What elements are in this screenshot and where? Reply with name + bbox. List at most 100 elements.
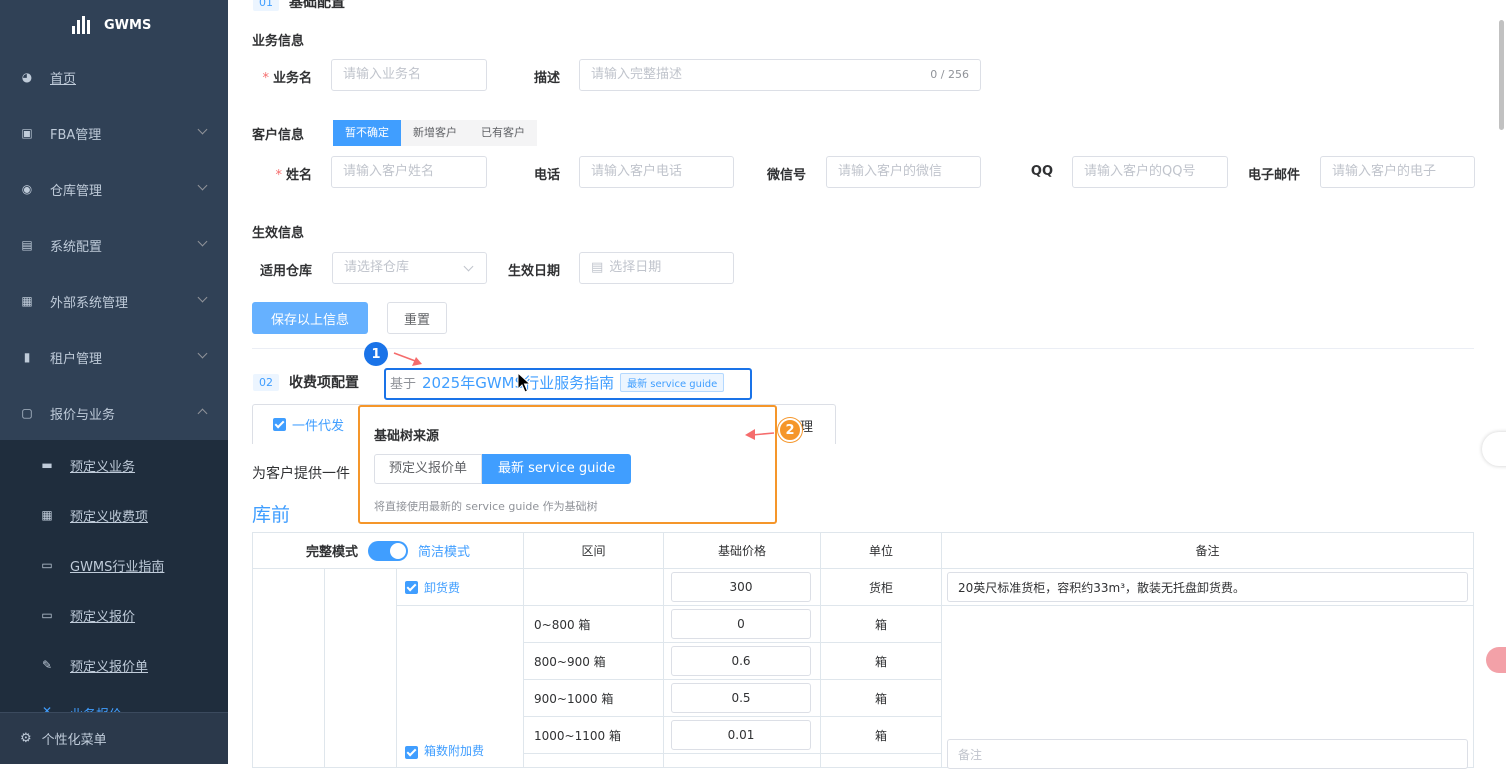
price-input[interactable]: 0.6	[671, 646, 811, 676]
business-name-label: 业务名	[272, 71, 312, 86]
customer-name-input[interactable]: 请输入客户姓名	[331, 156, 487, 188]
warehouse-placeholder: 请选择仓库	[344, 260, 410, 275]
chevron-down-icon	[197, 292, 208, 303]
custom-menu-label: 个性化菜单	[41, 733, 107, 748]
note-input[interactable]: 备注	[947, 739, 1468, 769]
tab-dropship[interactable]: 一件代发	[253, 405, 357, 444]
list-icon: ▤	[21, 238, 33, 252]
mode-switch[interactable]	[368, 540, 408, 561]
chevron-down-icon	[197, 180, 208, 191]
sidebar-item-label: 首页	[50, 71, 77, 87]
chevron-up-icon	[197, 408, 208, 419]
save-info-button[interactable]: 保存以上信息	[252, 302, 368, 334]
required-mark: *	[275, 168, 282, 183]
sidebar-item-label: 租户管理	[50, 351, 103, 367]
wechat-label: 微信号	[766, 168, 806, 183]
range-cell: 800~900 箱	[523, 642, 664, 680]
phone-input[interactable]: 请输入客户电话	[579, 156, 734, 188]
sidebar-subitem-label: 预定义收费项	[70, 509, 149, 525]
charge-item-box-surcharge[interactable]: 箱数附加费	[396, 605, 524, 768]
column-header-range: 区间	[523, 532, 664, 569]
sidebar-item-label: 外部系统管理	[50, 295, 129, 311]
sidebar-item-quotation[interactable]: ▢ 报价与业务	[0, 385, 228, 441]
customer-info-heading: 客户信息	[252, 128, 305, 143]
grid-icon: ▦	[21, 294, 33, 308]
qq-input[interactable]: 请输入客户的QQ号	[1072, 156, 1228, 188]
unit-cell: 箱	[820, 642, 942, 680]
table-mode-header: 完整模式 简洁模式	[252, 532, 524, 569]
sidebar-item-fba[interactable]: ▣ FBA管理	[0, 105, 228, 161]
floating-assistant-button[interactable]	[1482, 432, 1506, 466]
email-label: 电子邮件	[1247, 168, 1300, 183]
sidebar-item-label: FBA管理	[50, 127, 102, 143]
sidebar-item-label: 仓库管理	[50, 183, 103, 199]
section-description: 为客户提供一件	[252, 466, 350, 482]
customer-type-new[interactable]: 新增客户	[401, 120, 469, 146]
reset-button[interactable]: 重置	[387, 302, 447, 334]
description-input[interactable]: 请输入完整描述 0 / 256	[579, 59, 981, 91]
sidebar-subitem-predefined-charges[interactable]: ▦ 预定义收费项	[0, 490, 228, 540]
effective-date-picker[interactable]: ▤ 选择日期	[579, 252, 734, 284]
email-input[interactable]: 请输入客户的电子	[1320, 156, 1475, 188]
source-option-latest-guide[interactable]: 最新 service guide	[482, 454, 632, 484]
sidebar-subitem-industry-guide[interactable]: ▭ GWMS行业指南	[0, 540, 228, 590]
section-number: 01	[253, 0, 279, 11]
unit-cell: 箱	[820, 605, 942, 643]
date-placeholder: 选择日期	[609, 260, 662, 275]
sidebar-item-home[interactable]: ◕ 首页	[0, 49, 228, 105]
sidebar-subitem-label: 预定义业务	[70, 459, 136, 475]
sidebar-item-label: 系统配置	[50, 239, 103, 255]
logo[interactable]: GWMS	[72, 14, 151, 36]
customer-type-existing[interactable]: 已有客户	[469, 120, 537, 146]
sidebar-item-external-systems[interactable]: ▦ 外部系统管理	[0, 273, 228, 329]
warehouse-select[interactable]: 请选择仓库	[332, 252, 487, 284]
description-counter: 0 / 256	[930, 68, 969, 81]
base-tree-source-link[interactable]: 基于 2025年GWMS行业服务指南 最新 service guide	[390, 372, 725, 393]
source-selector: 预定义报价单 最新 service guide	[374, 454, 632, 484]
chevron-down-icon	[197, 124, 208, 135]
range-cell: 1000~1100 箱	[523, 716, 664, 754]
effective-date-label: 生效日期	[507, 264, 560, 279]
sidebar-item-warehouse[interactable]: ◉ 仓库管理	[0, 161, 228, 217]
charge-item-unloading[interactable]: 卸货费	[396, 568, 524, 606]
sidebar-subitem-label: 预定义报价	[70, 609, 136, 625]
effective-info-heading: 生效信息	[252, 226, 305, 241]
gear-icon: ⚙	[20, 731, 32, 746]
sidebar-item-system-config[interactable]: ▤ 系统配置	[0, 217, 228, 273]
wechat-input[interactable]: 请输入客户的微信	[826, 156, 981, 188]
sidebar-subitem-business-quote[interactable]: ✕ 业务报价	[0, 690, 228, 712]
customer-type-uncertain[interactable]: 暂不确定	[333, 120, 401, 146]
table-group-cell	[252, 568, 325, 768]
sidebar-subitem-label: 预定义报价单	[70, 659, 149, 675]
sidebar-subitem-predefined-quote-sheet[interactable]: ✎ 预定义报价单	[0, 640, 228, 690]
scrollbar-thumb[interactable]	[1499, 20, 1504, 130]
logo-text: GWMS	[104, 17, 152, 33]
source-option-predefined-quote[interactable]: 预定义报价单	[374, 454, 483, 484]
arrow-icon	[393, 352, 422, 366]
tab-label-partial[interactable]: 理	[800, 416, 813, 435]
price-input[interactable]: 0.01	[671, 720, 811, 750]
price-input[interactable]: 0	[671, 609, 811, 639]
floating-tool-button[interactable]	[1486, 647, 1506, 673]
base-tree-popover: 基础树来源 预定义报价单 最新 service guide 将直接使用最新的 s…	[358, 405, 777, 524]
annotation-marker-2: 2	[778, 418, 802, 442]
doc-search-icon: ▭	[41, 608, 53, 622]
unit-cell: 箱	[820, 679, 942, 717]
description-placeholder: 请输入完整描述	[591, 67, 683, 82]
tab-label: 一件代发	[292, 419, 345, 434]
price-input[interactable]: 0.5	[671, 683, 811, 713]
mode-simple-label: 简洁模式	[418, 545, 471, 560]
sidebar-subitem-predefined-business[interactable]: ▬ 预定义业务	[0, 440, 228, 490]
section-number: 02	[253, 373, 279, 391]
column-header-unit: 单位	[820, 532, 942, 569]
custom-menu-button[interactable]: ⚙ 个性化菜单	[0, 712, 228, 764]
divider	[252, 348, 1474, 349]
range-cell	[523, 753, 664, 768]
sidebar-subitem-predefined-quote[interactable]: ▭ 预定义报价	[0, 590, 228, 640]
box-icon: ▣	[21, 126, 33, 140]
note-input[interactable]: 20英尺标准货柜，容积约33m³，散装无托盘卸货费。	[947, 572, 1468, 602]
price-input[interactable]: 300	[671, 572, 811, 602]
business-name-input[interactable]: 请输入业务名	[331, 59, 487, 91]
charge-item-label: 箱数附加费	[424, 744, 485, 758]
sidebar-item-tenant[interactable]: ▮ 租户管理	[0, 329, 228, 385]
